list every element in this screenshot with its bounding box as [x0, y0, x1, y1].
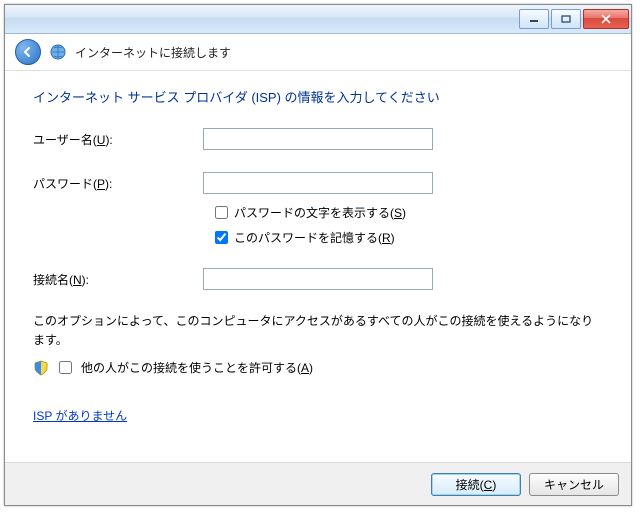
- wizard-body: インターネット サービス プロバイダ (ISP) の情報を入力してください ユー…: [5, 71, 631, 462]
- remember-password-accel: R: [382, 231, 391, 245]
- allow-others-post: ): [309, 361, 313, 375]
- wizard-title: インターネットに接続します: [75, 44, 231, 61]
- connection-name-label: 接続名(N):: [33, 271, 203, 288]
- show-password-pre: パスワードの文字を表示する(: [234, 206, 394, 220]
- connection-accel: N: [73, 273, 82, 287]
- password-accel: P: [97, 177, 105, 191]
- username-label: ユーザー名(U):: [33, 131, 203, 148]
- wizard-footer: 接続(C) キャンセル: [5, 462, 631, 505]
- remember-password-label: このパスワードを記憶する(R): [234, 229, 395, 246]
- allow-others-pre: 他の人がこの接続を使うことを許可する(: [81, 361, 301, 375]
- allow-others-label: 他の人がこの接続を使うことを許可する(A): [81, 359, 313, 376]
- minimize-button[interactable]: [519, 9, 549, 29]
- wizard-header: インターネットに接続します: [5, 34, 631, 71]
- connection-name-row: 接続名(N):: [33, 268, 603, 290]
- close-button[interactable]: [583, 9, 629, 29]
- connection-label-pre: 接続名(: [33, 273, 73, 287]
- remember-password-checkbox[interactable]: [215, 231, 228, 244]
- show-password-post: ): [402, 206, 406, 220]
- allow-others-accel: A: [301, 361, 309, 375]
- connect-pre: 接続(: [456, 478, 484, 492]
- back-button[interactable]: [15, 39, 41, 65]
- connect-post: ): [492, 478, 496, 492]
- show-password-label: パスワードの文字を表示する(S): [234, 204, 406, 221]
- password-label: パスワード(P):: [33, 175, 203, 192]
- titlebar: [5, 5, 631, 34]
- password-input[interactable]: [203, 172, 433, 194]
- allow-others-checkbox[interactable]: [59, 361, 72, 374]
- maximize-button[interactable]: [551, 9, 581, 29]
- username-label-post: ):: [105, 133, 112, 147]
- password-label-post: ):: [105, 177, 112, 191]
- allow-others-note: このオプションによって、このコンピュータにアクセスがあるすべての人がこの接続を使…: [33, 312, 603, 350]
- cancel-button[interactable]: キャンセル: [529, 473, 619, 496]
- show-password-checkbox[interactable]: [215, 206, 228, 219]
- no-isp-link[interactable]: ISP がありません: [33, 407, 127, 424]
- allow-others-row: 他の人がこの接続を使うことを許可する(A): [33, 358, 603, 377]
- username-row: ユーザー名(U):: [33, 128, 603, 150]
- shield-icon: [33, 360, 49, 376]
- show-password-row: パスワードの文字を表示する(S): [215, 204, 603, 221]
- wizard-window: インターネットに接続します インターネット サービス プロバイダ (ISP) の…: [4, 4, 632, 506]
- password-label-pre: パスワード(: [33, 177, 97, 191]
- network-wizard-icon: [49, 43, 67, 61]
- show-password-accel: S: [394, 206, 402, 220]
- remember-password-row: このパスワードを記憶する(R): [215, 229, 603, 246]
- connection-name-input[interactable]: [203, 268, 433, 290]
- password-row: パスワード(P):: [33, 172, 603, 194]
- remember-password-post: ): [391, 231, 395, 245]
- username-input[interactable]: [203, 128, 433, 150]
- connect-button[interactable]: 接続(C): [431, 473, 521, 496]
- username-label-pre: ユーザー名(: [33, 133, 97, 147]
- instruction-text: インターネット サービス プロバイダ (ISP) の情報を入力してください: [33, 87, 603, 106]
- connection-label-post: ):: [82, 273, 89, 287]
- remember-password-pre: このパスワードを記憶する(: [234, 231, 382, 245]
- arrow-left-icon: [22, 46, 34, 58]
